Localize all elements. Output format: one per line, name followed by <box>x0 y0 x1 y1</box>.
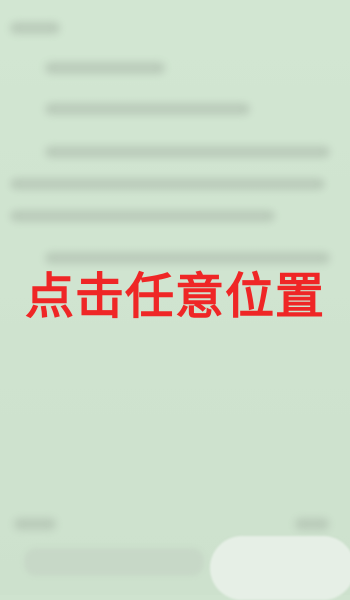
reader-screen[interactable]: 点击任意位置 <box>0 0 350 600</box>
blurred-text-line <box>45 62 165 74</box>
blurred-text-line <box>45 252 330 264</box>
blurred-text-line <box>10 210 275 222</box>
blurred-text-line <box>10 22 60 34</box>
blurred-text-line <box>295 518 329 530</box>
blurred-text-line <box>10 178 325 190</box>
blurred-text-line <box>45 146 330 158</box>
blurred-text-line <box>14 518 56 530</box>
blurred-footer-bubble <box>210 536 350 600</box>
blurred-text-line <box>45 103 250 115</box>
tap-anywhere-hint: 点击任意位置 <box>24 268 325 325</box>
blurred-footer-bar <box>24 548 204 576</box>
